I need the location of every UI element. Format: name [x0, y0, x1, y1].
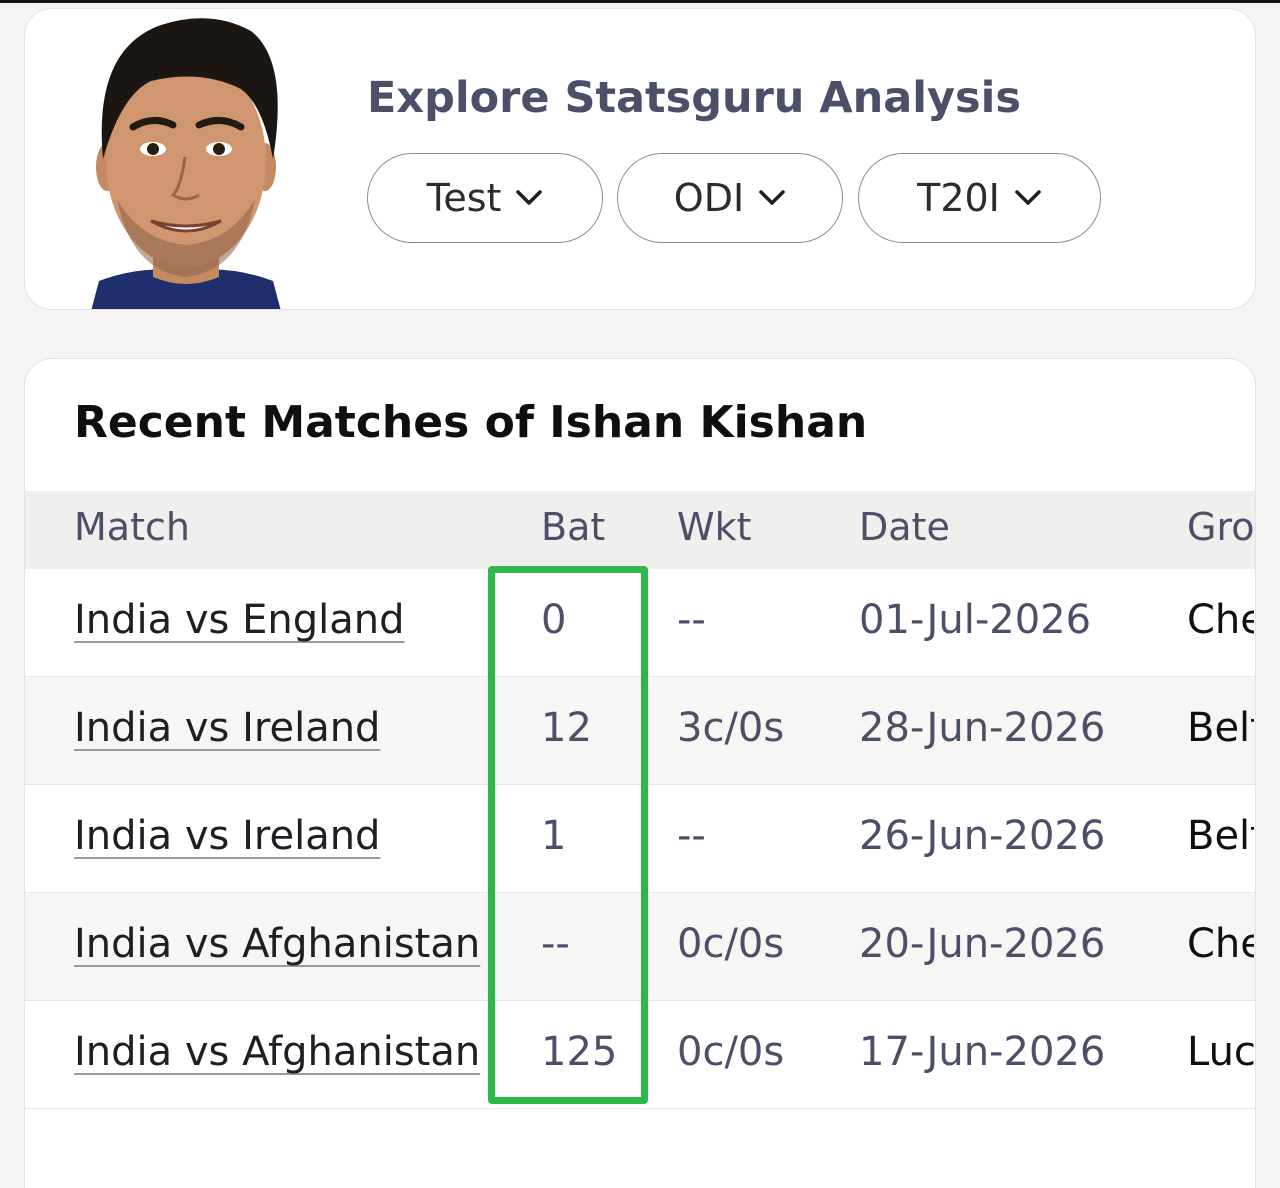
column-header-ground: Gro [1187, 505, 1255, 549]
table-row: India vs Ireland 12 3c/0s 28-Jun-2026 Be… [25, 677, 1255, 785]
ground-value: Belf [1187, 813, 1254, 859]
column-header-match: Match [74, 505, 190, 549]
wkt-value: -- [677, 597, 706, 643]
ground-value: Belf [1187, 705, 1254, 751]
date-value: 28-Jun-2026 [859, 705, 1106, 751]
t20i-format-dropdown[interactable]: T20I [858, 153, 1101, 243]
match-link[interactable]: India vs Ireland [74, 705, 380, 751]
table-row: India vs Ireland 1 -- 26-Jun-2026 Belf [25, 785, 1255, 893]
test-format-dropdown[interactable]: Test [367, 153, 603, 243]
bat-value: 125 [541, 1029, 618, 1075]
match-link[interactable]: India vs England [74, 597, 405, 643]
column-header-bat: Bat [541, 505, 606, 549]
date-value: 26-Jun-2026 [859, 813, 1106, 859]
ground-value: Che [1187, 921, 1254, 967]
chevron-down-icon [516, 190, 543, 205]
table-row: India vs England 0 -- 01-Jul-2026 Che [25, 569, 1255, 677]
recent-matches-title: Recent Matches of Ishan Kishan [74, 397, 868, 448]
odi-format-dropdown[interactable]: ODI [617, 153, 843, 243]
ground-value: Che [1187, 597, 1254, 643]
column-header-wkt: Wkt [677, 505, 752, 549]
recent-matches-card: Recent Matches of Ishan Kishan Match Bat… [24, 358, 1256, 1188]
date-value: 01-Jul-2026 [859, 597, 1092, 643]
match-link[interactable]: India vs Afghanistan [74, 921, 480, 967]
profile-card: Explore Statsguru Analysis Test ODI T20I [24, 8, 1256, 310]
table-header: Match Bat Wkt Date Gro [25, 491, 1255, 569]
explore-title: Explore Statsguru Analysis [367, 73, 1021, 123]
column-header-date: Date [859, 505, 950, 549]
bat-value: 0 [541, 597, 567, 643]
ground-value: Luc [1187, 1029, 1254, 1075]
player-avatar [91, 18, 281, 309]
bat-value: 12 [541, 705, 592, 751]
format-label: Test [426, 176, 502, 220]
wkt-value: 0c/0s [677, 1029, 785, 1075]
chevron-down-icon [1015, 190, 1041, 205]
date-value: 20-Jun-2026 [859, 921, 1106, 967]
bat-value: -- [541, 921, 570, 967]
wkt-value: -- [677, 813, 706, 859]
top-divider [0, 0, 1280, 3]
format-label: T20I [917, 176, 1000, 220]
match-link[interactable]: India vs Ireland [74, 813, 380, 859]
table-row: India vs Afghanistan 125 0c/0s 17-Jun-20… [25, 1001, 1255, 1109]
format-label: ODI [673, 176, 745, 220]
match-link[interactable]: India vs Afghanistan [74, 1029, 480, 1075]
wkt-value: 0c/0s [677, 921, 785, 967]
wkt-value: 3c/0s [677, 705, 785, 751]
chevron-down-icon [759, 190, 785, 205]
date-value: 17-Jun-2026 [859, 1029, 1106, 1075]
bat-value: 1 [541, 813, 567, 859]
table-row: India vs Afghanistan -- 0c/0s 20-Jun-202… [25, 893, 1255, 1001]
